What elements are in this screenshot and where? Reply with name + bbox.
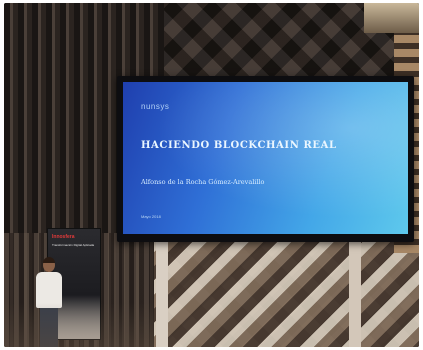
chevron-wood-wall-lower <box>154 238 419 347</box>
slide-date: Mayo 2018 <box>141 214 161 219</box>
tv-stand-pillar-right <box>349 233 361 347</box>
banner-logo: Innosfera <box>52 234 75 240</box>
floor-shadow <box>4 303 154 347</box>
tv-monitor: nunsys HACIENDO BLOCKCHAIN REAL Alfonso … <box>117 76 414 242</box>
banner-text: Transformación Digital Aplicada <box>52 243 95 247</box>
slide-title: HACIENDO BLOCKCHAIN REAL <box>141 140 337 151</box>
slide-author: Alfonso de la Rocha Gómez-Arevalillo <box>141 178 265 186</box>
event-photo: nunsys HACIENDO BLOCKCHAIN REAL Alfonso … <box>4 3 419 347</box>
speaker-hair <box>43 257 55 263</box>
presentation-slide: nunsys HACIENDO BLOCKCHAIN REAL Alfonso … <box>123 82 408 234</box>
slide-logo: nunsys <box>141 102 170 111</box>
tv-stand-pillar-left <box>156 233 168 347</box>
ceiling-light <box>364 3 419 33</box>
